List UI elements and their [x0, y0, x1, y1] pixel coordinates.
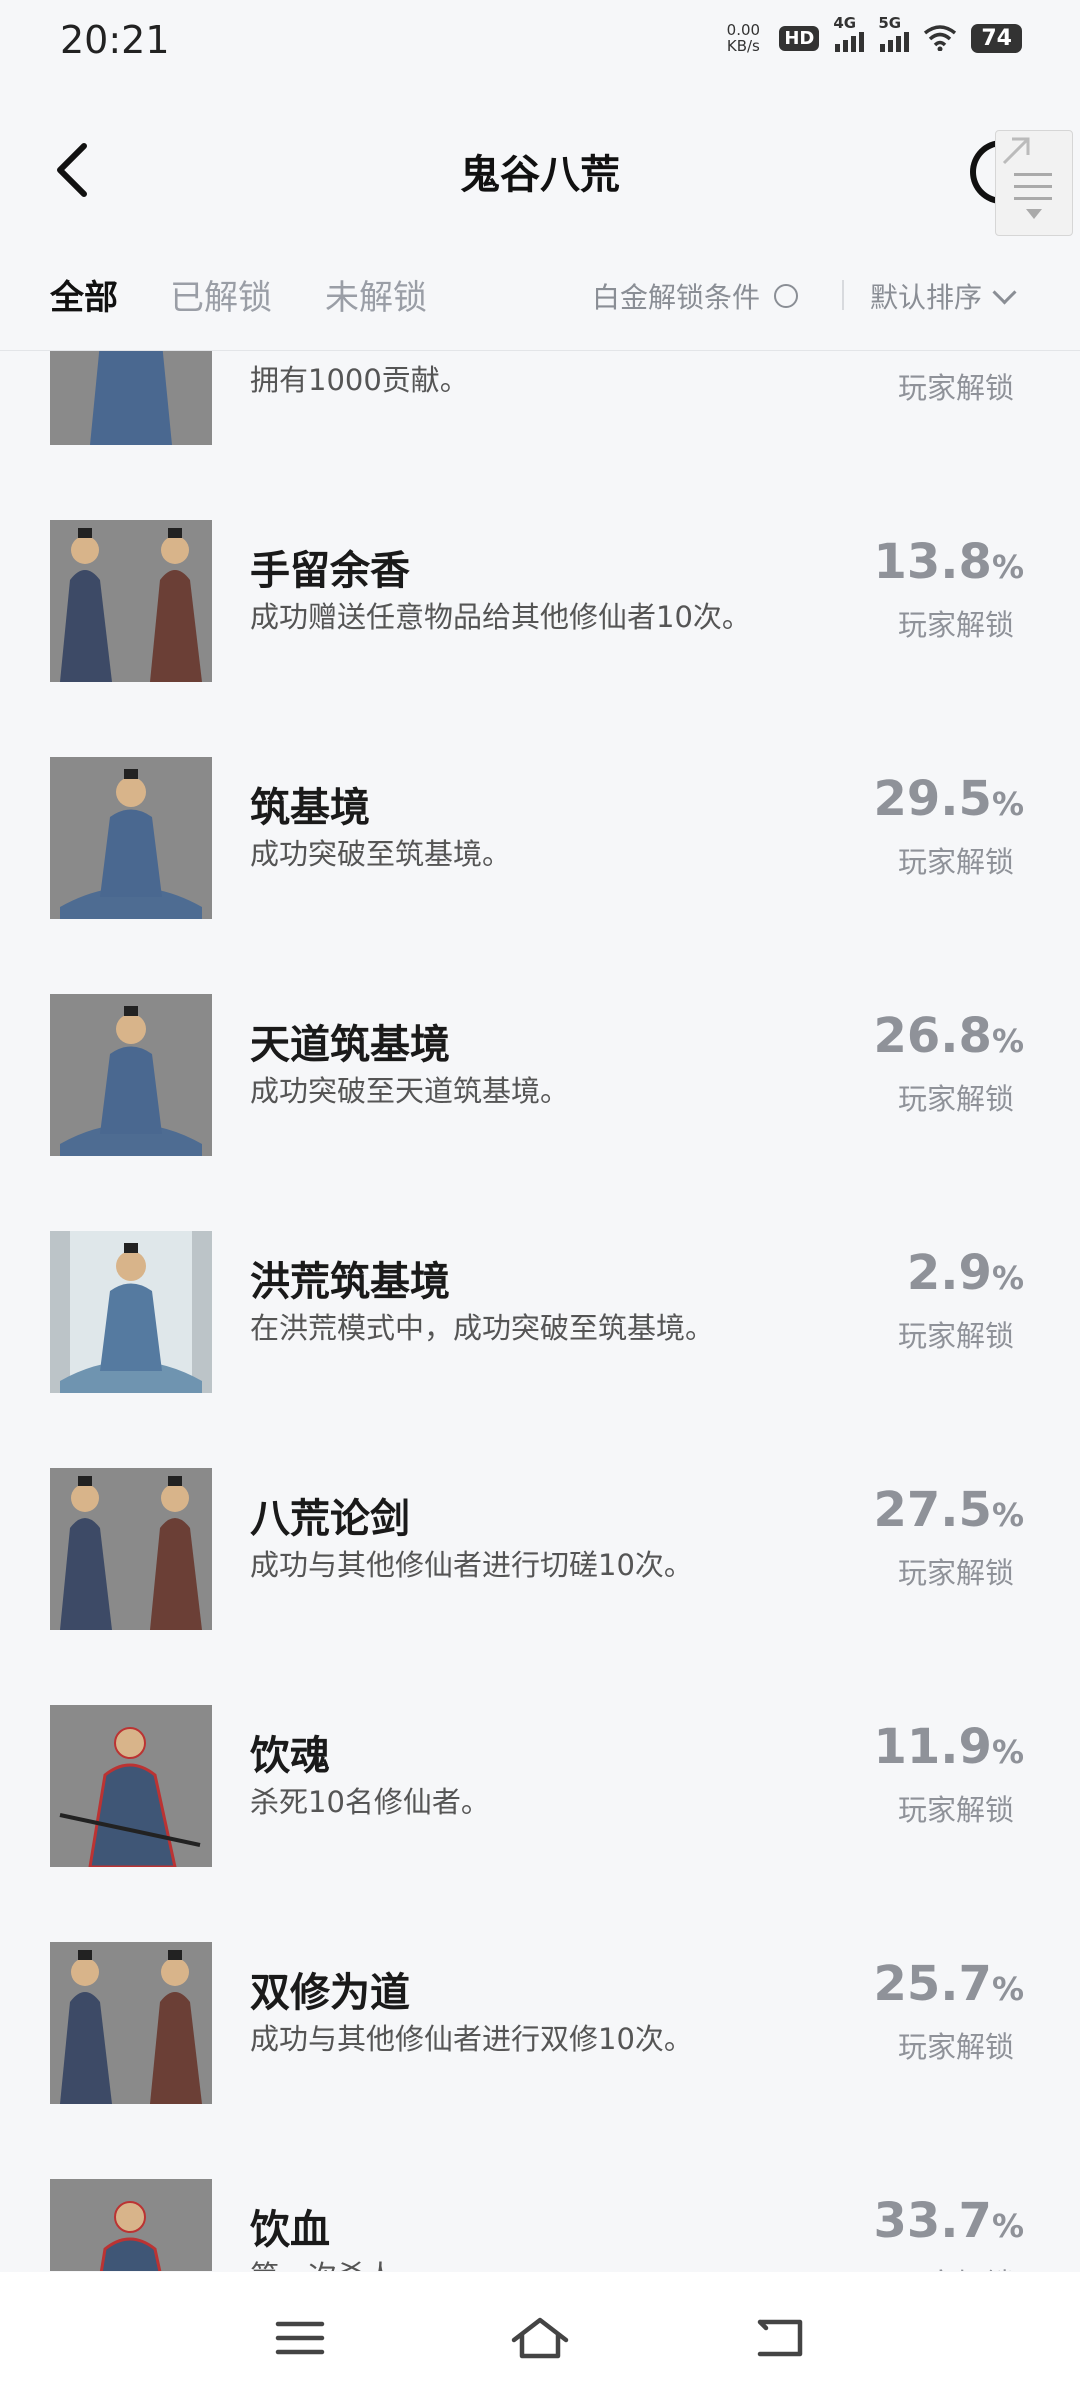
hd-voice-icon: HD: [779, 25, 820, 51]
down-caret-icon: [1026, 209, 1042, 219]
achievement-name: 八荒论剑: [250, 1496, 410, 1542]
two-cultivators-bowing-icon: [50, 520, 212, 682]
signal-4g-icon: 4G: [833, 14, 865, 52]
achievement-name: 双修为道: [250, 1970, 410, 2016]
unlock-percent: 11.9%: [874, 1719, 1025, 1775]
achievement-description: 第一次杀人。: [250, 2253, 424, 2271]
platinum-condition-toggle[interactable]: 白金解锁条件: [592, 276, 799, 316]
meditating-cultivator-glow-icon: [50, 1231, 212, 1393]
percent-unit: %: [991, 1970, 1024, 2008]
achievement-description: 成功与其他修仙者进行切磋10次。: [250, 1548, 693, 1582]
unlock-label: 玩家解锁: [897, 2030, 1014, 2064]
achievement-row[interactable]: 拥有1000贡献。 玩家解锁: [0, 351, 1080, 468]
back-nav-icon[interactable]: [750, 2316, 810, 2360]
unlock-percent: 25.7%: [874, 1956, 1025, 2012]
unlock-percent: 26.8%: [874, 1008, 1025, 1064]
unlock-percent-value: 33.7: [873, 2193, 992, 2249]
achievement-row[interactable]: 饮血第一次杀人。 33.7% 玩家解锁: [0, 2127, 1080, 2271]
filter-bar: 全部 已解锁 未解锁 白金解锁条件 默认排序: [0, 254, 1080, 351]
battery-icon: 74: [971, 23, 1022, 53]
achievement-row[interactable]: 手留余香成功赠送任意物品给其他修仙者10次。 13.8% 玩家解锁: [0, 468, 1080, 705]
achievement-description: 杀死10名修仙者。: [250, 1785, 490, 1819]
tab-locked[interactable]: 未解锁: [325, 270, 427, 319]
unlock-percent: 33.7%: [874, 2193, 1025, 2249]
swordsman-red-aura-icon: [50, 1705, 212, 1867]
cultivator-standing-icon: [50, 351, 212, 445]
percent-unit: %: [991, 1733, 1024, 1771]
unlock-percent: 13.8%: [874, 534, 1025, 590]
achievement-name: 洪荒筑基境: [250, 1259, 450, 1305]
achievement-description: 拥有1000贡献。: [250, 363, 469, 397]
achievement-description: 成功赠送任意物品给其他修仙者10次。: [250, 600, 751, 634]
page-title: 鬼谷八荒: [460, 152, 620, 198]
wifi-icon: [924, 25, 957, 51]
unlock-percent-value: 26.8: [873, 1008, 992, 1064]
percent-unit: %: [991, 785, 1024, 823]
achievement-name: 饮血: [250, 2207, 330, 2253]
two-cultivators-bowing-icon: [50, 1942, 212, 2104]
achievement-row[interactable]: 双修为道成功与其他修仙者进行双修10次。 25.7% 玩家解锁: [0, 1890, 1080, 2127]
divider: [842, 280, 844, 310]
swordsman-red-aura-icon: [50, 2179, 212, 2271]
network-speed: 0.00 KB/s: [726, 21, 761, 55]
system-nav-bar: [0, 2272, 1080, 2400]
percent-unit: %: [991, 1022, 1024, 1060]
unlock-label: 玩家解锁: [897, 1319, 1014, 1353]
floating-menu-button[interactable]: [995, 130, 1073, 236]
tab-all[interactable]: 全部: [50, 270, 118, 319]
achievement-row[interactable]: 洪荒筑基境在洪荒模式中，成功突破至筑基境。 2.9% 玩家解锁: [0, 1179, 1080, 1416]
tab-unlocked[interactable]: 已解锁: [170, 270, 272, 319]
percent-unit: %: [991, 2207, 1024, 2245]
status-icons: 0.00 KB/s HD 4G 5G 74: [721, 14, 1022, 55]
status-bar: 20:21 0.00 KB/s HD 4G 5G 74: [0, 0, 1080, 84]
status-time: 20:21: [60, 18, 170, 62]
unlock-label: 玩家解锁: [897, 1556, 1014, 1590]
percent-unit: %: [991, 1259, 1024, 1297]
unlock-label: 玩家解锁: [897, 1793, 1014, 1827]
achievement-name: 饮魂: [250, 1733, 330, 1779]
achievement-row[interactable]: 天道筑基境成功突破至天道筑基境。 26.8% 玩家解锁: [0, 942, 1080, 1179]
sort-dropdown[interactable]: 默认排序: [870, 276, 1017, 316]
unlock-percent-value: 13.8: [873, 534, 992, 590]
unlock-percent-value: 27.5: [873, 1482, 992, 1538]
unlock-percent: 29.5%: [874, 771, 1025, 827]
chevron-down-icon: [992, 279, 1017, 305]
menu-icon[interactable]: [270, 2316, 330, 2360]
signal-5g-icon: 5G: [878, 14, 910, 52]
unlock-label: 玩家解锁: [897, 608, 1014, 642]
unlock-percent-value: 11.9: [873, 1719, 992, 1775]
unlock-percent-value: 25.7: [873, 1956, 992, 2012]
unlock-label: 玩家解锁: [897, 371, 1014, 405]
two-cultivators-bowing-icon: [50, 1468, 212, 1630]
unlock-percent: 27.5%: [874, 1482, 1025, 1538]
app-header: 鬼谷八荒: [0, 84, 1080, 254]
achievement-name: 手留余香: [250, 548, 410, 594]
unlock-label: 玩家解锁: [897, 845, 1014, 879]
radio-icon: [774, 284, 799, 308]
unlock-label: 玩家解锁: [898, 2261, 1014, 2271]
unlock-percent: 2.9%: [907, 1245, 1024, 1301]
achievement-list[interactable]: 拥有1000贡献。 玩家解锁 手留余香 成功赠送任意物品给其他修仙者10次。 13.8%…: [0, 351, 1080, 2271]
unlock-percent-value: 29.5: [873, 771, 992, 827]
meditating-cultivator-icon: [50, 757, 212, 919]
achievement-row[interactable]: 筑基境成功突破至筑基境。 29.5% 玩家解锁: [0, 705, 1080, 942]
unlock-label: 玩家解锁: [897, 1082, 1014, 1116]
achievement-description: 在洪荒模式中，成功突破至筑基境。: [250, 1311, 715, 1345]
expand-arrow-icon: [1002, 137, 1030, 165]
achievement-row[interactable]: 八荒论剑成功与其他修仙者进行切磋10次。 27.5% 玩家解锁: [0, 1416, 1080, 1653]
achievement-description: 成功突破至天道筑基境。: [250, 1074, 570, 1108]
percent-unit: %: [991, 548, 1024, 586]
percent-unit: %: [991, 1496, 1024, 1534]
achievement-row[interactable]: 饮魂杀死10名修仙者。 11.9% 玩家解锁: [0, 1653, 1080, 1890]
achievement-description: 成功突破至筑基境。: [250, 837, 512, 871]
meditating-cultivator-icon: [50, 994, 212, 1156]
unlock-percent-value: 2.9: [906, 1245, 992, 1301]
achievement-description: 成功与其他修仙者进行双修10次。: [250, 2022, 693, 2056]
achievement-name: 筑基境: [250, 785, 370, 831]
home-icon[interactable]: [510, 2316, 570, 2360]
achievement-name: 天道筑基境: [250, 1022, 450, 1068]
